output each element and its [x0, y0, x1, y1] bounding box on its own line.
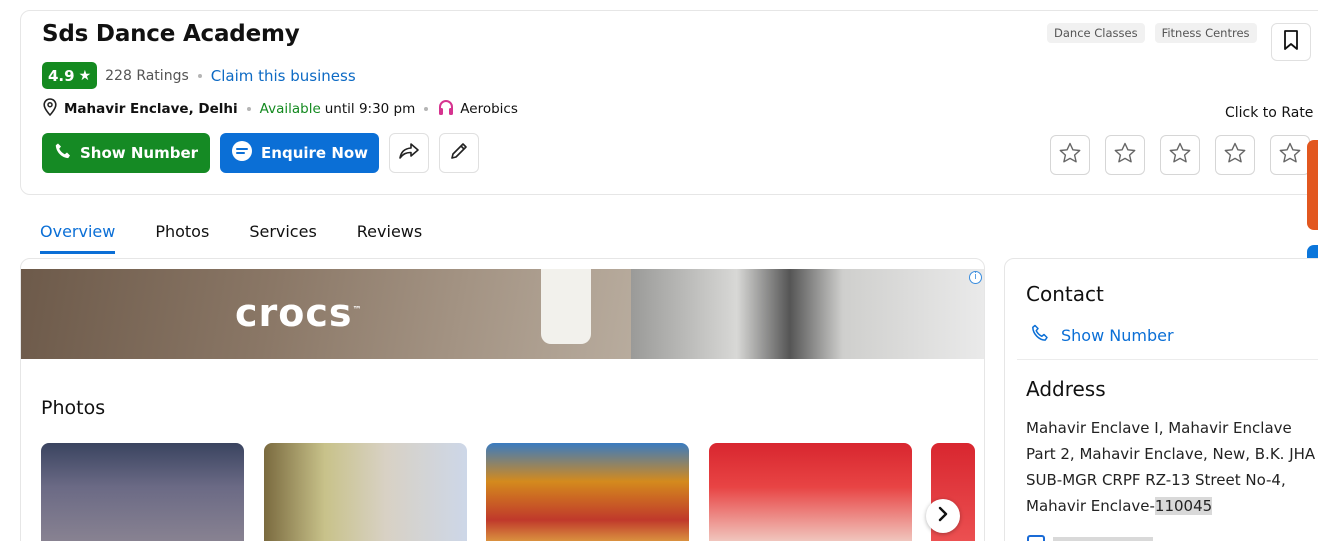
directions-icon[interactable]	[1027, 535, 1045, 541]
tab-reviews[interactable]: Reviews	[357, 222, 422, 254]
ad-info-icon[interactable]: i	[969, 271, 982, 284]
star-outline-icon	[1113, 141, 1137, 169]
location-text[interactable]: Mahavir Enclave, Delhi	[64, 101, 238, 117]
rate-star-3[interactable]	[1160, 135, 1200, 175]
rating-stars	[1050, 135, 1310, 175]
show-number-button[interactable]: Show Number	[42, 133, 211, 173]
rating-value: 4.9	[48, 66, 75, 85]
section-tabs: Overview Photos Services Reviews	[40, 222, 422, 254]
business-header-card: Sds Dance Academy 4.9 ★ 228 Ratings Clai…	[20, 10, 1318, 195]
pencil-icon	[448, 140, 470, 166]
separator-dot	[424, 107, 429, 111]
page: Sds Dance Academy 4.9 ★ 228 Ratings Clai…	[0, 0, 1318, 541]
availability-time: until 9:30 pm	[324, 101, 416, 117]
star-outline-icon	[1223, 141, 1247, 169]
rate-star-2[interactable]	[1105, 135, 1145, 175]
rate-star-4[interactable]	[1215, 135, 1255, 175]
tag-dance-classes[interactable]: Dance Classes	[1047, 23, 1145, 43]
rating-badge[interactable]: 4.9 ★	[42, 62, 98, 89]
address-text: Mahavir Enclave I, Mahavir Enclave Part …	[1026, 415, 1316, 519]
address-pincode: 110045	[1154, 497, 1213, 515]
photo-thumbnail[interactable]	[486, 443, 689, 541]
photos-next-button[interactable]	[926, 499, 960, 533]
divider	[1017, 359, 1318, 360]
tag-fitness-centres[interactable]: Fitness Centres	[1154, 23, 1257, 43]
address-heading: Address	[1026, 377, 1106, 401]
star-outline-icon	[1168, 141, 1192, 169]
rate-star-5[interactable]	[1270, 135, 1310, 175]
show-number-label: Show Number	[80, 144, 199, 162]
share-button[interactable]	[389, 133, 430, 173]
bookmark-icon	[1282, 29, 1300, 55]
enquire-now-label: Enquire Now	[261, 144, 369, 162]
phone-icon	[54, 142, 72, 164]
separator-dot	[246, 107, 251, 111]
get-directions-link[interactable]	[1053, 537, 1153, 541]
headphones-icon	[437, 98, 455, 120]
location-pin-icon	[42, 98, 58, 120]
star-outline-icon	[1278, 141, 1302, 169]
address-actions	[1027, 535, 1153, 541]
contact-show-number-link[interactable]: Show Number	[1031, 324, 1174, 346]
info-row: Mahavir Enclave, Delhi Available until 9…	[42, 98, 518, 120]
claim-business-link[interactable]: Claim this business	[211, 67, 356, 85]
photo-thumbnail[interactable]	[709, 443, 912, 541]
crocs-logo: crocs™	[235, 291, 363, 335]
tab-photos[interactable]: Photos	[155, 222, 209, 254]
tab-services[interactable]: Services	[249, 222, 316, 254]
contact-heading: Contact	[1026, 282, 1104, 306]
ratings-count[interactable]: 228 Ratings	[105, 68, 189, 84]
chevron-right-icon	[936, 506, 950, 526]
side-floating-tab-orange[interactable]	[1307, 140, 1318, 230]
ad-trademark: ™	[352, 305, 363, 316]
category-tags: Dance Classes Fitness Centres	[1047, 23, 1257, 43]
separator-dot	[197, 73, 202, 78]
availability-status: Available	[259, 101, 321, 117]
ad-model-image	[541, 269, 591, 344]
phone-outline-icon	[1031, 324, 1049, 346]
bookmark-button[interactable]	[1271, 23, 1311, 61]
tab-overview[interactable]: Overview	[40, 222, 116, 254]
click-to-rate-label: Click to Rate	[1225, 105, 1314, 121]
enquire-now-button[interactable]: Enquire Now	[220, 133, 380, 173]
share-icon	[398, 140, 420, 166]
rate-star-1[interactable]	[1050, 135, 1090, 175]
ad-brand-text: crocs	[235, 291, 353, 335]
star-icon: ★	[78, 67, 92, 84]
overview-card: crocs™ i Photos	[20, 258, 985, 541]
photo-thumbnail[interactable]	[41, 443, 244, 541]
edit-button[interactable]	[439, 133, 480, 173]
action-buttons: Show Number Enquire Now	[42, 133, 480, 173]
contact-card: Contact Show Number Address Mahavir Encl…	[1004, 258, 1318, 541]
contact-show-number-label: Show Number	[1061, 325, 1174, 345]
business-name: Sds Dance Academy	[42, 21, 300, 47]
star-outline-icon	[1058, 141, 1082, 169]
photo-thumbnail[interactable]	[264, 443, 467, 541]
chat-icon	[231, 140, 253, 166]
ad-background-wall	[631, 269, 984, 359]
category-text[interactable]: Aerobics	[460, 101, 518, 117]
rating-row: 4.9 ★ 228 Ratings Claim this business	[42, 62, 356, 89]
photos-heading: Photos	[41, 397, 106, 419]
advertisement-banner[interactable]: crocs™ i	[21, 269, 984, 359]
